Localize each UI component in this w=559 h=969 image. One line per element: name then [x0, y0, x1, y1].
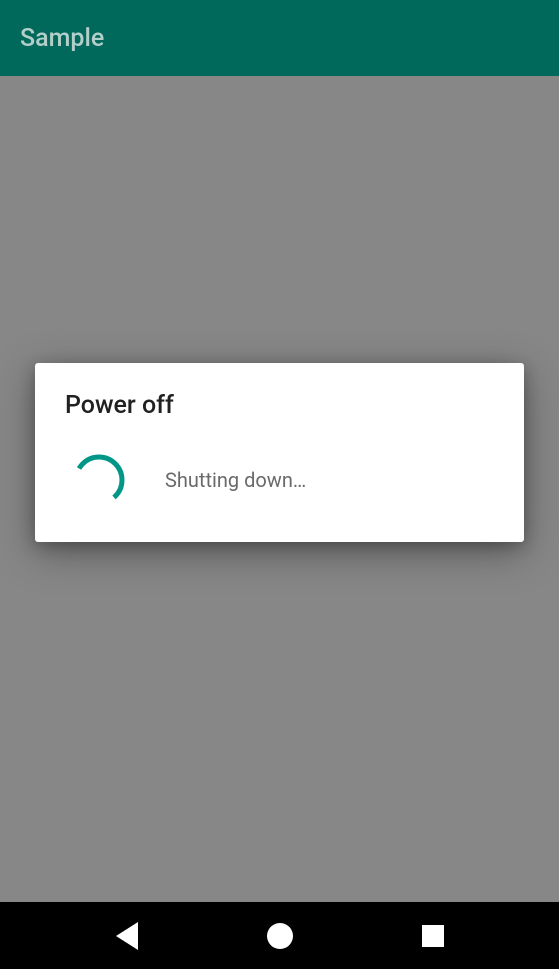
- nav-recent-button[interactable]: [373, 902, 493, 969]
- dialog-body: Shutting down…: [65, 452, 494, 508]
- app-bar: Sample: [0, 0, 559, 76]
- dialog-message: Shutting down…: [165, 468, 306, 492]
- home-icon: [267, 923, 293, 949]
- app-title: Sample: [20, 24, 104, 53]
- recent-apps-icon: [422, 925, 444, 947]
- nav-back-button[interactable]: [67, 902, 187, 969]
- dialog-title: Power off: [65, 391, 494, 420]
- power-off-dialog: Power off Shutting down…: [35, 363, 524, 542]
- progress-spinner-icon: [71, 452, 127, 508]
- nav-home-button[interactable]: [220, 902, 340, 969]
- back-icon: [116, 922, 138, 950]
- navigation-bar: [0, 902, 559, 969]
